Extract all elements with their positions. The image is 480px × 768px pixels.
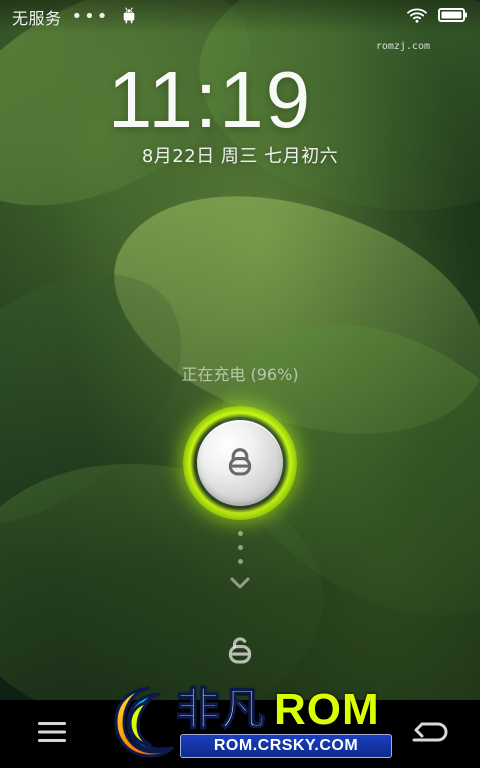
unlock-icon: [223, 632, 257, 670]
status-right: [406, 6, 468, 28]
battery-icon: [438, 7, 468, 27]
wifi-icon: [406, 6, 428, 28]
menu-icon: [35, 718, 69, 750]
back-icon: [408, 717, 448, 751]
watermark-domain: romzj.com: [375, 41, 430, 52]
overflow-dots: •••: [71, 5, 110, 27]
status-bar: 无服务 •••: [0, 0, 480, 34]
back-button[interactable]: [402, 708, 454, 760]
unlock-slider-knob[interactable]: [183, 406, 297, 520]
unlock-knob[interactable]: [197, 420, 283, 506]
status-left: 无服务 •••: [12, 5, 139, 29]
unlock-target[interactable]: [217, 628, 263, 674]
android-icon: [119, 5, 139, 29]
navigation-bar: [0, 700, 480, 768]
charging-status: 正在充电 (96%): [181, 365, 299, 384]
clock-date: 8月22日 周三 七月初六: [141, 146, 339, 167]
carrier-label: 无服务: [12, 9, 62, 28]
lock-icon: [223, 444, 257, 482]
menu-button[interactable]: [26, 708, 78, 760]
clock-time: 11:19: [107, 55, 313, 144]
